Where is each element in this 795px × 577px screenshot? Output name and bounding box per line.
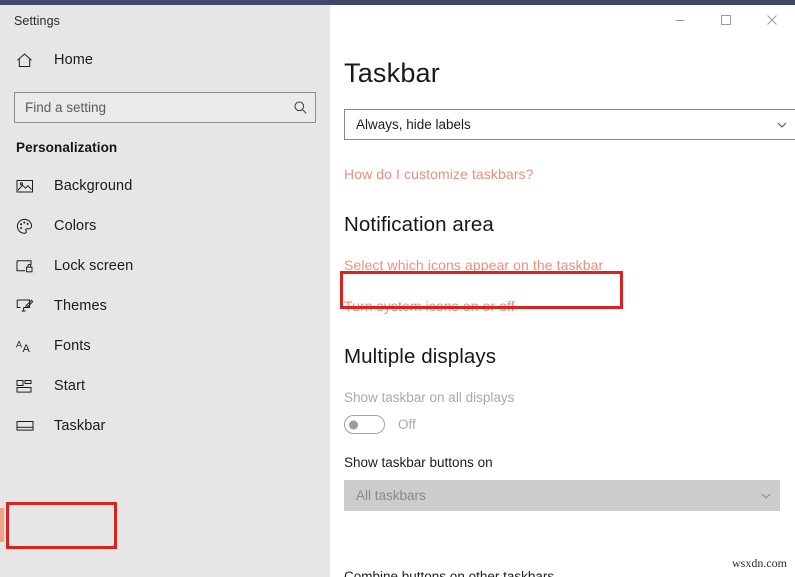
toggle-state-label: Off [398,417,416,432]
sidebar-nav-list: Background Colors Lock screen Themes A A… [0,166,330,446]
sidebar-item-fonts-label: Fonts [54,338,91,354]
taskbar-icon [16,419,42,433]
page-title: Taskbar [344,58,440,88]
show-taskbar-on-all-displays-label: Show taskbar on all displays [344,390,515,405]
sidebar-item-colors[interactable]: Colors [0,206,330,246]
fonts-aa-icon: A A [16,338,42,355]
search-input[interactable] [15,99,285,116]
palette-icon [16,218,42,235]
system-icons-link-row: Turn system icons on or off [344,298,795,316]
sidebar-item-themes-label: Themes [54,298,107,314]
settings-window: Settings Home Find a setting Personaliza… [0,0,795,577]
multiple-displays-heading: Multiple displays [344,345,497,368]
select-icons-link-row: Select which icons appear on the taskbar [344,257,795,275]
how-do-i-customize-taskbars-link[interactable]: How do I customize taskbars? [344,166,534,182]
search-box[interactable] [14,92,316,123]
annotation-box-taskbar [6,502,117,549]
sidebar-item-colors-label: Colors [54,218,97,234]
sidebar-item-background-label: Background [54,178,133,194]
combine-dropdown-value: Always, hide labels [356,117,471,132]
chevron-down-icon [769,119,795,131]
home-icon [16,52,42,69]
sidebar-item-home-label: Home [54,52,94,68]
notification-area-heading: Notification area [344,213,494,236]
cut-off-setting-label: Combine buttons on other taskbars [344,569,555,577]
show-taskbar-on-all-displays-toggle[interactable] [344,415,385,434]
show-taskbar-on-all-displays-row: Off [344,415,795,434]
app-title: Settings [14,14,60,28]
themes-brush-icon [16,298,42,315]
main-pane: Taskbar Always, hide labels How do I cus… [330,5,795,577]
start-tiles-icon [16,379,42,394]
combine-taskbar-buttons-dropdown[interactable]: Always, hide labels [344,109,795,140]
turn-system-icons-on-or-off-link[interactable]: Turn system icons on or off [344,298,515,314]
sidebar-item-background[interactable]: Background [0,166,330,206]
svg-text:A: A [23,343,31,355]
watermark: wsxdn.com [732,556,787,570]
sidebar-item-lock-screen-label: Lock screen [54,258,134,274]
sidebar-item-start[interactable]: Start [0,366,330,406]
show-taskbar-buttons-on-label: Show taskbar buttons on [344,455,493,470]
sidebar-selection-indicator [0,508,4,542]
search-icon [285,100,315,115]
title-bar [330,5,795,39]
toggle-knob [349,420,358,429]
sidebar: Settings Home Find a setting Personaliza… [0,5,330,577]
svg-text:A: A [16,339,22,349]
sidebar-item-lock-screen[interactable]: Lock screen [0,246,330,286]
chevron-down-icon [753,490,779,502]
sidebar-item-taskbar[interactable]: Taskbar [0,406,330,446]
sidebar-item-fonts[interactable]: A A Fonts [0,326,330,366]
sidebar-item-home[interactable]: Home [0,40,330,80]
show-taskbar-buttons-on-dropdown[interactable]: All taskbars [344,480,780,511]
sidebar-item-themes[interactable]: Themes [0,286,330,326]
picture-icon [16,178,42,194]
sidebar-item-taskbar-label: Taskbar [54,418,106,434]
minimize-button[interactable] [657,5,703,35]
select-which-icons-appear-link[interactable]: Select which icons appear on the taskbar [344,257,603,273]
close-button[interactable] [749,5,795,35]
main-content: Taskbar Always, hide labels How do I cus… [330,58,795,511]
help-link-row: How do I customize taskbars? [344,166,795,184]
sidebar-item-start-label: Start [54,378,86,394]
maximize-button[interactable] [703,5,749,35]
show-taskbar-buttons-on-value: All taskbars [356,488,426,503]
sidebar-section-personalization: Personalization [16,140,118,155]
window-body: Settings Home Find a setting Personaliza… [0,5,795,577]
lock-screen-icon [16,258,42,274]
